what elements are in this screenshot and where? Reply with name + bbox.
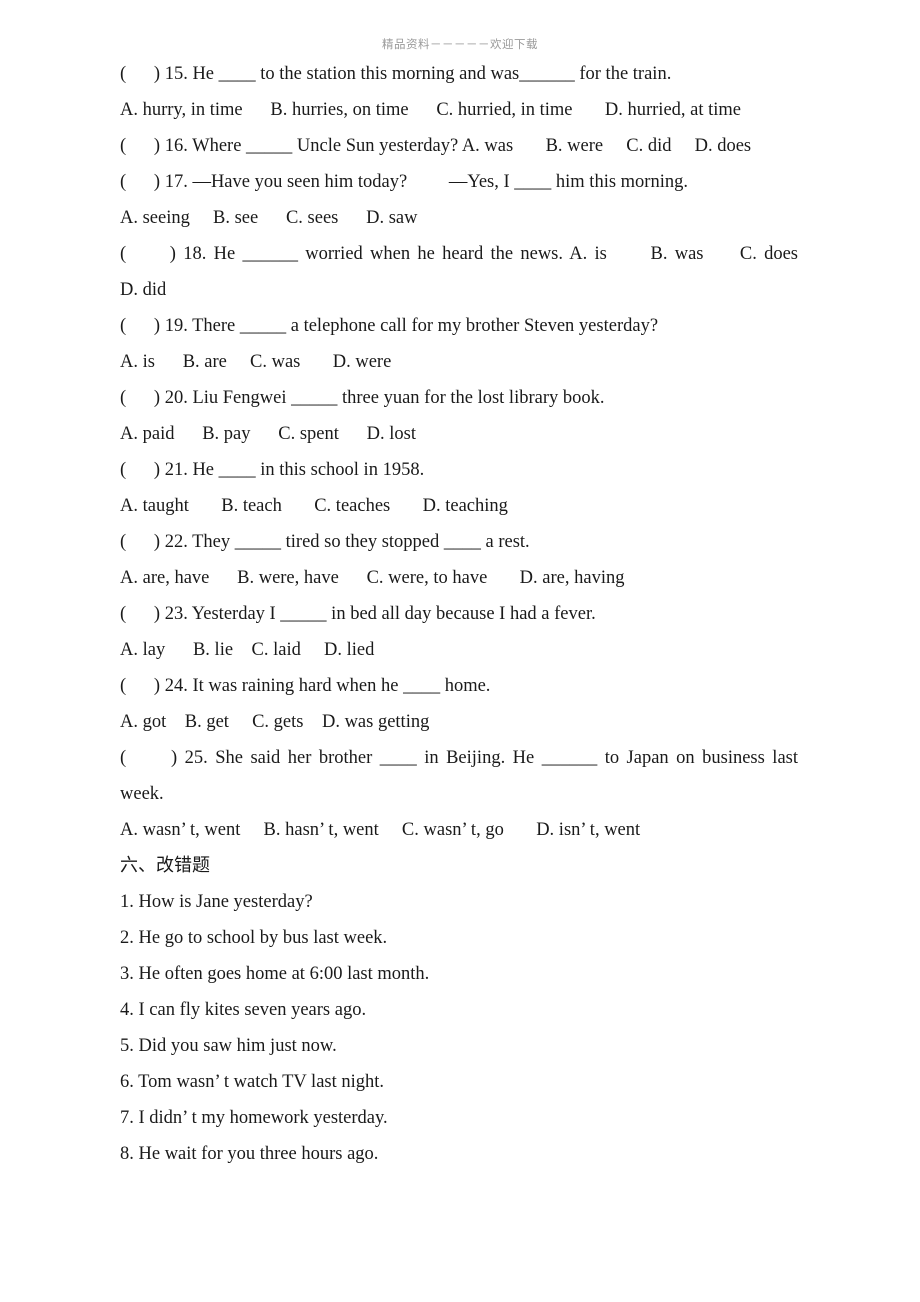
question-21-stem: ( ) 21. He ____ in this school in 1958.	[120, 460, 425, 480]
correction-item-8: 8. He wait for you three hours ago.	[120, 1144, 379, 1164]
question-15-stem: ( ) 15. He ____ to the station this morn…	[120, 64, 672, 84]
correction-item-7: 7. I didn’ t my homework yesterday.	[120, 1108, 388, 1128]
question-22-stem: ( ) 22. They _____ tired so they stopped…	[120, 532, 530, 552]
question-19-stem: ( ) 19. There _____ a telephone call for…	[120, 316, 659, 336]
document-body: ( ) 15. He ____ to the station this morn…	[120, 56, 798, 1172]
question-25-stem: ( ) 25. She said her brother ____ in Bei…	[120, 748, 798, 768]
page-watermark: 精品资料－－－－－欢迎下载	[382, 37, 538, 51]
question-20-options: A. paid B. pay C. spent D. lost	[120, 424, 416, 444]
question-24-stem: ( ) 24. It was raining hard when he ____…	[120, 676, 491, 696]
question-25-stem-cont: week.	[120, 784, 164, 804]
question-18-line: ( ) 18. He ______ worried when he heard …	[120, 244, 798, 264]
question-19-options: A. is B. are C. was D. were	[120, 352, 392, 372]
question-17-stem: ( ) 17. —Have you seen him today? —Yes, …	[120, 172, 688, 192]
correction-item-4: 4. I can fly kites seven years ago.	[120, 1000, 367, 1020]
correction-item-2: 2. He go to school by bus last week.	[120, 928, 388, 948]
section-six-heading: 六、改错题	[120, 855, 210, 876]
correction-item-1: 1. How is Jane yesterday?	[120, 892, 313, 912]
question-25-options: A. wasn’ t, went B. hasn’ t, went C. was…	[120, 820, 641, 840]
question-18-option-d: D. did	[120, 280, 167, 300]
correction-item-6: 6. Tom wasn’ t watch TV last night.	[120, 1072, 385, 1092]
document-page: 精品资料－－－－－欢迎下载 ( ) 15. He ____ to the sta…	[0, 0, 920, 1302]
question-15-options: A. hurry, in time B. hurries, on time C.…	[120, 100, 742, 120]
question-17-options: A. seeing B. see C. sees D. saw	[120, 208, 418, 228]
question-23-options: A. lay B. lie C. laid D. lied	[120, 640, 375, 660]
correction-item-3: 3. He often goes home at 6:00 last month…	[120, 964, 430, 984]
question-16-line: ( ) 16. Where _____ Uncle Sun yesterday?…	[120, 136, 752, 156]
correction-item-5: 5. Did you saw him just now.	[120, 1036, 337, 1056]
question-20-stem: ( ) 20. Liu Fengwei _____ three yuan for…	[120, 388, 605, 408]
question-23-stem: ( ) 23. Yesterday I _____ in bed all day…	[120, 604, 596, 624]
question-24-options: A. got B. get C. gets D. was getting	[120, 712, 430, 732]
question-21-options: A. taught B. teach C. teaches D. teachin…	[120, 496, 508, 516]
question-22-options: A. are, have B. were, have C. were, to h…	[120, 568, 625, 588]
